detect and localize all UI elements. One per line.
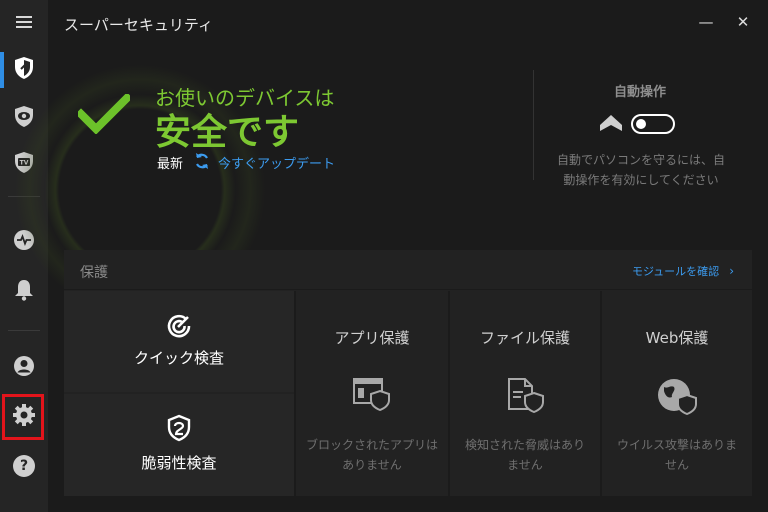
- sidebar-item-account[interactable]: [0, 346, 48, 390]
- close-button[interactable]: ✕: [733, 12, 753, 32]
- help-icon: ?: [13, 455, 35, 477]
- user-icon: [12, 354, 36, 382]
- hamburger-icon: [16, 13, 32, 32]
- menu-button[interactable]: [0, 0, 48, 44]
- refresh-icon[interactable]: [194, 152, 210, 174]
- latest-label: 最新: [157, 157, 184, 172]
- quick-scan-button[interactable]: クイック検査: [64, 291, 294, 392]
- web-protection-status: ウイルス攻撃はありません: [616, 438, 737, 472]
- file-protection-card[interactable]: ファイル保護 検知された脅威はありません: [448, 291, 600, 496]
- protection-title: 保護: [80, 265, 108, 281]
- autopilot-toggle[interactable]: [631, 114, 675, 134]
- update-now-link[interactable]: 今すぐアップデート: [218, 153, 335, 172]
- autopilot-description: 自動でパソコンを守るには、自動操作を有効にしてください: [556, 153, 725, 187]
- web-protection-card[interactable]: Web保護 ウイルス攻撃はありません: [600, 291, 752, 496]
- checkmark-icon: [75, 92, 133, 138]
- quick-scan-icon: [166, 313, 192, 343]
- file-protection-status: 検知された脅威はありません: [464, 438, 585, 472]
- app-protection-status: ブロックされたアプリはありません: [306, 438, 439, 472]
- web-protection-title: Web保護: [645, 329, 709, 347]
- app-title: スーパーセキュリティ: [64, 16, 213, 34]
- view-modules-label: モジュールを確認: [631, 265, 720, 278]
- app-protection-title: アプリ保護: [334, 329, 410, 347]
- vulnerability-scan-label: 脆弱性検査: [141, 454, 217, 472]
- file-protection-title: ファイル保護: [479, 329, 570, 347]
- app-shield-icon: [352, 377, 392, 415]
- bell-icon: [13, 278, 35, 306]
- protection-panel: 保護 モジュールを確認 › クイック検査 脆弱性検査 アプリ保護 ブロックされたア…: [64, 250, 752, 496]
- quick-scan-label: クイック検査: [133, 349, 224, 367]
- chevron-right-icon: ›: [729, 264, 734, 278]
- minimize-button[interactable]: —: [696, 12, 716, 32]
- protection-header: 保護 モジュールを確認 ›: [64, 250, 752, 290]
- autopilot-icon: [598, 113, 624, 137]
- sidebar-item-help[interactable]: ?: [0, 444, 48, 488]
- sidebar-item-notifications[interactable]: [0, 270, 48, 314]
- file-shield-icon: [505, 377, 545, 417]
- app-protection-card[interactable]: アプリ保護 ブロックされたアプリはありません: [294, 291, 448, 496]
- status-title: 安全です: [155, 112, 300, 153]
- autopilot-title: 自動操作: [613, 85, 666, 100]
- vulnerability-shield-icon: [167, 414, 191, 446]
- shield-icon: [13, 56, 35, 84]
- sidebar-item-protection[interactable]: [0, 48, 48, 92]
- vulnerability-scan-button[interactable]: 脆弱性検査: [64, 394, 294, 496]
- divider: [533, 70, 534, 180]
- settings-highlight-box: [2, 394, 44, 440]
- globe-shield-icon: [656, 377, 698, 419]
- view-modules-link[interactable]: モジュールを確認 ›: [632, 263, 734, 279]
